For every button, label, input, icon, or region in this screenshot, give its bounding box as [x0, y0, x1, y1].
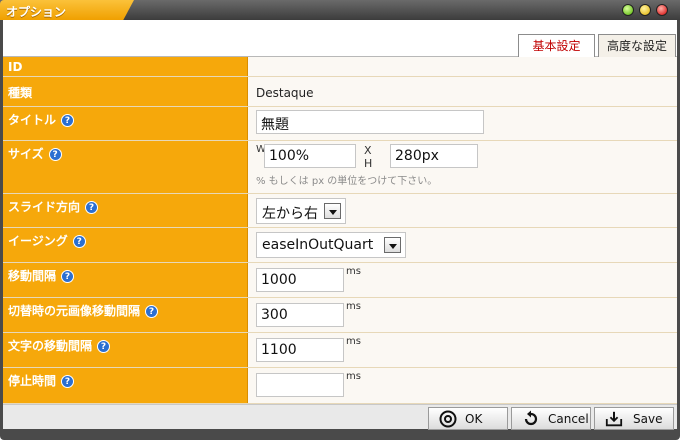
slide-direction-value: 左から右 — [262, 206, 318, 222]
pause-time-unit: ms — [346, 371, 361, 382]
switch-interval-unit: ms — [346, 301, 361, 312]
row-title: タイトル? 無題 — [3, 107, 677, 141]
maximize-icon[interactable] — [639, 4, 651, 16]
row-text-interval: 文字の移動間隔? 1100 ms — [3, 333, 677, 368]
label-easing: イージング? — [3, 228, 248, 262]
cancel-button[interactable]: Cancel — [511, 407, 591, 430]
help-icon[interactable]: ? — [48, 148, 62, 161]
type-value: Destaque — [256, 86, 314, 100]
size-hint: % もしくは px の単位をつけて下さい。 — [256, 176, 438, 187]
easing-select[interactable]: easeInOutQuart — [256, 232, 406, 258]
switch-interval-input[interactable]: 300 — [256, 303, 344, 327]
label-type: 種類 — [3, 77, 248, 106]
help-icon[interactable]: ? — [61, 270, 75, 283]
minimize-icon[interactable] — [622, 4, 634, 16]
label-title: タイトル? — [3, 107, 248, 140]
label-slide-direction: スライド方向? — [3, 194, 248, 227]
row-pause-time: 停止時間? ms — [3, 368, 677, 404]
help-icon[interactable]: ? — [61, 375, 75, 388]
label-switch-interval: 切替時の元画像移動間隔? — [3, 298, 248, 332]
options-panel: 基本設定 高度な設定 ID 種類 Destaque タイトル? 無題 サイズ ?… — [3, 20, 677, 404]
title-input[interactable]: 無題 — [256, 110, 484, 134]
dialog-footer: OK Cancel Save — [3, 404, 677, 430]
text-interval-input[interactable]: 1100 — [256, 338, 344, 362]
options-window: オプション 基本設定 高度な設定 ID 種類 Destaque タイトル ? 無… — [0, 0, 680, 440]
title-tab: オプション — [0, 0, 134, 20]
help-icon[interactable]: ? — [97, 340, 111, 353]
close-icon[interactable] — [656, 4, 668, 16]
title-bar: オプション — [0, 0, 680, 20]
text-interval-unit: ms — [346, 336, 361, 347]
tab-basic-settings[interactable]: 基本設定 — [518, 34, 595, 58]
label-move-interval: 移動間隔? — [3, 263, 248, 297]
save-label: Save — [633, 412, 663, 426]
save-tray-icon — [605, 411, 623, 427]
height-input[interactable]: 280px — [390, 144, 478, 168]
easing-value: easeInOutQuart — [262, 237, 374, 253]
window-title: オプション — [6, 5, 67, 19]
ok-label: OK — [465, 412, 483, 426]
tab-bar: 基本設定 高度な設定 — [3, 20, 677, 58]
save-button[interactable]: Save — [594, 407, 674, 430]
slide-direction-select[interactable]: 左から右 — [256, 198, 346, 224]
chevron-down-icon[interactable] — [384, 237, 401, 253]
row-size: サイズ? W 100% X H 280px % もしくは px の単位をつけて下… — [3, 141, 677, 194]
cancel-label: Cancel — [548, 412, 589, 426]
tab-advanced-settings[interactable]: 高度な設定 — [598, 34, 676, 58]
height-label: X H — [364, 144, 373, 170]
target-icon — [439, 410, 457, 428]
ok-button[interactable]: OK — [428, 407, 508, 430]
label-id: ID — [3, 57, 248, 76]
help-icon[interactable]: ? — [85, 201, 99, 214]
undo-icon — [524, 410, 538, 426]
help-icon[interactable]: ? — [145, 305, 159, 318]
row-slide-direction: スライド方向? 左から右 — [3, 194, 677, 228]
move-interval-input[interactable]: 1000 — [256, 268, 344, 292]
help-icon[interactable]: ? — [61, 114, 75, 127]
row-switch-interval: 切替時の元画像移動間隔? 300 ms — [3, 298, 677, 333]
move-interval-unit: ms — [346, 266, 361, 277]
help-icon[interactable]: ? — [72, 235, 86, 248]
pause-time-input[interactable] — [256, 373, 344, 397]
label-size: サイズ? — [3, 141, 248, 193]
chevron-down-icon[interactable] — [324, 203, 341, 219]
width-input[interactable]: 100% — [264, 144, 356, 168]
row-id: ID — [3, 57, 677, 77]
row-type: 種類 Destaque — [3, 77, 677, 107]
window-controls — [622, 4, 668, 16]
row-easing: イージング? easeInOutQuart — [3, 228, 677, 263]
label-text-interval: 文字の移動間隔? — [3, 333, 248, 367]
label-pause-time: 停止時間? — [3, 368, 248, 403]
row-move-interval: 移動間隔? 1000 ms — [3, 263, 677, 298]
